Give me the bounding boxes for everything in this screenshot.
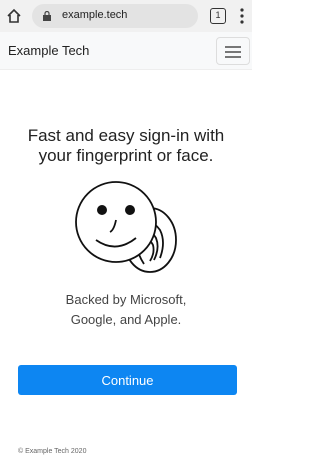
headline-line-1: Fast and easy sign-in with xyxy=(27,126,225,145)
copyright-text: © Example Tech 2020 xyxy=(18,448,87,455)
hamburger-icon[interactable] xyxy=(216,37,250,65)
site-navbar: Example Tech xyxy=(0,32,252,70)
browser-toolbar: example.tech 1 xyxy=(0,0,252,32)
face-fingerprint-icon xyxy=(75,181,177,273)
address-bar[interactable]: example.tech xyxy=(32,4,198,28)
vertical-dots-icon[interactable] xyxy=(236,6,248,26)
url-text: example.tech xyxy=(62,9,128,21)
backing-text: Backed by Microsoft, Google, and Apple. xyxy=(0,290,252,330)
continue-button[interactable]: Continue xyxy=(18,365,237,395)
subtext-line-2: Google, and Apple. xyxy=(70,312,182,327)
tab-count-button[interactable]: 1 xyxy=(210,8,226,24)
headline-line-2: your fingerprint or face. xyxy=(38,146,214,165)
home-icon[interactable] xyxy=(4,6,24,26)
lock-icon xyxy=(43,11,51,21)
subtext-line-1: Backed by Microsoft, xyxy=(65,292,187,307)
brand-link[interactable]: Example Tech xyxy=(8,43,89,58)
page-headline: Fast and easy sign-in with your fingerpr… xyxy=(0,126,252,166)
